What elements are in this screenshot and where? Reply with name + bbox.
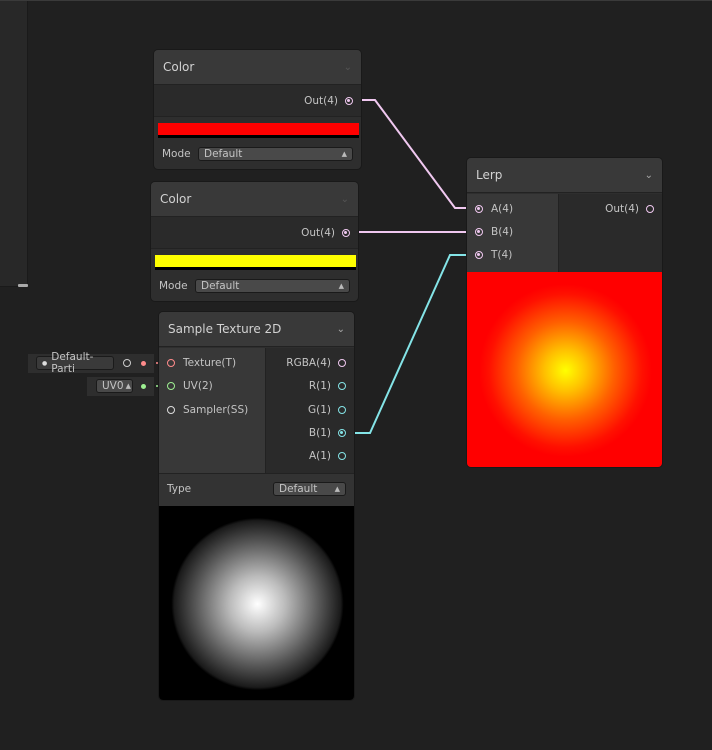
sample-texture-2d-node[interactable]: Sample Texture 2D ⌄ Texture(T) UV(2) Samp…	[158, 311, 355, 701]
top-border	[0, 0, 712, 1]
uv-input-field[interactable]: UV0 ▲	[87, 377, 154, 396]
port-icon[interactable]	[338, 429, 346, 437]
dropdown-value: UV0	[102, 380, 124, 392]
port-label: A(1)	[308, 450, 331, 462]
color-swatch[interactable]	[155, 255, 356, 270]
texture-icon: ●	[42, 359, 48, 367]
color-swatch[interactable]	[158, 123, 359, 138]
type-label: Type	[167, 483, 192, 495]
wire-color1-to-lerp-a	[353, 99, 478, 209]
port-label: RGBA(4)	[286, 357, 331, 369]
output-port-r[interactable]: R(1)	[309, 380, 346, 392]
port-label: Out(4)	[605, 203, 639, 215]
port-label: Out(4)	[304, 95, 338, 107]
output-port-b[interactable]: B(1)	[309, 427, 346, 439]
port-icon[interactable]	[342, 229, 350, 237]
output-port-row[interactable]: Out(4)	[304, 95, 353, 107]
port-label: T(4)	[491, 249, 513, 261]
mode-dropdown[interactable]: Default ▲	[198, 147, 353, 161]
port-icon[interactable]	[167, 406, 175, 414]
texture-input-field[interactable]: ● Default-Parti	[28, 351, 154, 375]
type-dropdown[interactable]: Default ▲	[273, 482, 346, 496]
node-title: Color	[163, 60, 195, 74]
node-title: Color	[160, 192, 192, 206]
port-icon[interactable]	[338, 382, 346, 390]
port-label: A(4)	[491, 203, 514, 215]
color-node[interactable]: Color ⌄ Out(4) Mode Default ▲	[153, 49, 362, 170]
node-header[interactable]: Sample Texture 2D ⌄	[159, 312, 354, 347]
port-label: Texture(T)	[183, 357, 237, 369]
node-header[interactable]: Lerp ⌄	[467, 158, 662, 193]
input-port-a[interactable]: A(4)	[475, 203, 513, 215]
node-header[interactable]: Color ⌄	[154, 50, 361, 85]
updown-icon: ▲	[341, 150, 347, 158]
port-label: R(1)	[308, 380, 331, 392]
node-header[interactable]: Color ⌄	[151, 182, 358, 217]
chevron-down-icon[interactable]: ⌄	[344, 62, 352, 73]
object-picker-icon[interactable]	[123, 359, 131, 367]
lerp-node[interactable]: Lerp ⌄ A(4) B(4) T(4) Out(4)	[466, 157, 663, 468]
port-label: B(4)	[491, 226, 514, 238]
output-port-row[interactable]: Out(4)	[301, 227, 350, 239]
color-node[interactable]: Color ⌄ Out(4) Mode Default ▲	[150, 181, 359, 302]
texture-object-field[interactable]: ● Default-Parti	[36, 351, 114, 375]
port-icon[interactable]	[338, 452, 346, 460]
field-value: Default-Parti	[51, 351, 94, 375]
connector-dot	[141, 361, 146, 366]
input-port-uv[interactable]: UV(2)	[167, 380, 213, 392]
output-port-rgba[interactable]: RGBA(4)	[286, 357, 346, 369]
updown-icon: ▲	[338, 282, 344, 290]
input-port-texture[interactable]: Texture(T)	[167, 357, 236, 369]
port-icon[interactable]	[338, 359, 346, 367]
dropdown-value: Default	[204, 148, 243, 160]
dropdown-value: Default	[279, 483, 318, 495]
updown-icon: ▲	[125, 382, 131, 390]
port-icon[interactable]	[167, 359, 175, 367]
chevron-down-icon[interactable]: ⌄	[645, 170, 653, 181]
port-label: B(1)	[308, 427, 331, 439]
port-icon[interactable]	[475, 205, 483, 213]
mode-label: Mode	[159, 280, 188, 292]
port-label: Out(4)	[301, 227, 335, 239]
port-icon[interactable]	[167, 382, 175, 390]
port-icon[interactable]	[338, 406, 346, 414]
input-port-sampler[interactable]: Sampler(SS)	[167, 404, 248, 416]
texture-preview	[159, 506, 354, 700]
node-title: Lerp	[476, 168, 503, 182]
connector-dot	[141, 384, 146, 389]
port-label: UV(2)	[183, 380, 213, 392]
updown-icon: ▲	[334, 485, 340, 493]
port-icon[interactable]	[475, 228, 483, 236]
uv-dropdown[interactable]: UV0 ▲	[96, 379, 133, 393]
output-port-a[interactable]: A(1)	[309, 450, 346, 462]
port-label: G(1)	[307, 404, 331, 416]
chevron-down-icon[interactable]: ⌄	[341, 194, 349, 205]
input-port-b[interactable]: B(4)	[475, 226, 513, 238]
port-icon[interactable]	[475, 251, 483, 259]
mode-label: Mode	[162, 148, 191, 160]
port-icon[interactable]	[646, 205, 654, 213]
output-port-out[interactable]: Out(4)	[605, 203, 654, 215]
dropdown-value: Default	[201, 280, 240, 292]
node-title: Sample Texture 2D	[168, 322, 282, 336]
mode-dropdown[interactable]: Default ▲	[195, 279, 350, 293]
chevron-down-icon[interactable]: ⌄	[337, 324, 345, 335]
lerp-preview	[467, 272, 662, 467]
wire-b-to-lerp-t	[346, 254, 478, 434]
blackboard-panel	[0, 1, 28, 287]
resize-handle[interactable]	[18, 284, 28, 287]
output-port-g[interactable]: G(1)	[308, 404, 346, 416]
input-port-t[interactable]: T(4)	[475, 249, 512, 261]
port-icon[interactable]	[345, 97, 353, 105]
port-label: Sampler(SS)	[183, 404, 249, 416]
